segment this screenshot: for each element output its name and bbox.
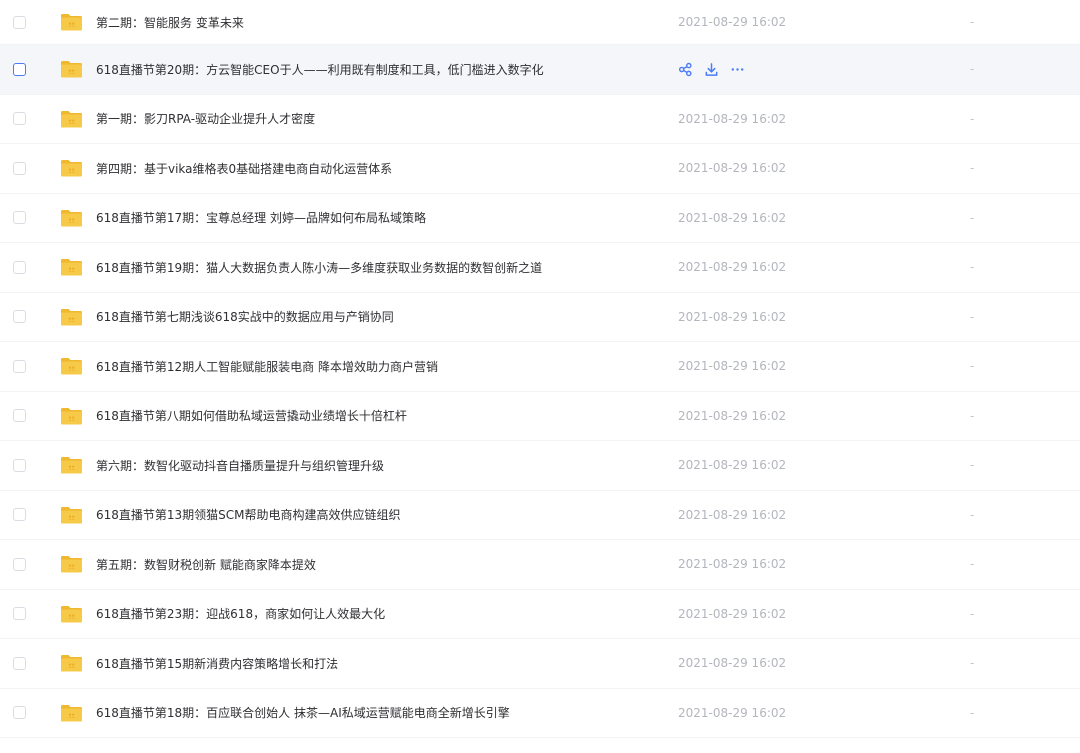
folder-icon [60, 12, 83, 32]
folder-icon [60, 455, 83, 475]
file-name[interactable]: 第六期：数智化驱动抖音自播质量提升与组织管理升级 [96, 457, 384, 474]
file-row[interactable]: 第二期：智能服务 变革未来 2021-08-29 16:02 - [0, 0, 1080, 45]
folder-icon [60, 208, 83, 228]
modified-time: 2021-08-29 16:02 [678, 359, 787, 374]
file-size: - [970, 260, 975, 275]
modified-time: 2021-08-29 16:02 [678, 210, 787, 225]
file-row[interactable]: 618直播节第12期人工智能赋能服装电商 降本增效助力商户营销 2021-08-… [0, 342, 1080, 392]
more-icon[interactable] [729, 61, 745, 77]
file-row[interactable]: 618直播节第20期：方云智能CEO于人——利用既有制度和工具，低门槛进入数字化… [0, 45, 1080, 95]
folder-icon [60, 703, 83, 723]
file-row[interactable]: 618直播节第13期领猫SCM帮助电商构建高效供应链组织 2021-08-29 … [0, 491, 1080, 540]
modified-time: 2021-08-29 16:02 [678, 260, 787, 275]
row-checkbox[interactable] [13, 656, 26, 670]
row-checkbox[interactable] [13, 557, 26, 571]
folder-icon [60, 356, 83, 376]
file-size: - [970, 15, 975, 29]
file-row[interactable]: 618直播节第23期：迎战618，商家如何让人效最大化 2021-08-29 1… [0, 590, 1080, 639]
file-row[interactable]: 618直播节第19期：猫人大数据负责人陈小涛—多维度获取业务数据的数智创新之道 … [0, 243, 1080, 293]
file-row[interactable]: 第五期：数智财税创新 赋能商家降本提效 2021-08-29 16:02 - [0, 540, 1080, 590]
row-checkbox[interactable] [13, 409, 26, 423]
file-size: - [970, 309, 975, 324]
row-checkbox[interactable] [13, 112, 26, 126]
row-checkbox[interactable] [13, 15, 26, 29]
modified-time: 2021-08-29 16:02 [678, 408, 787, 423]
modified-time: 2021-08-29 16:02 [678, 507, 787, 522]
file-row[interactable]: 第四期：基于vika维格表0基础搭建电商自动化运营体系 2021-08-29 1… [0, 144, 1080, 194]
row-checkbox[interactable] [13, 62, 26, 76]
modified-time: 2021-08-29 16:02 [678, 606, 787, 621]
file-size: - [970, 359, 975, 374]
file-row[interactable]: 618直播节第七期浅谈618实战中的数据应用与产销协同 2021-08-29 1… [0, 293, 1080, 342]
modified-time: 2021-08-29 16:02 [678, 656, 787, 671]
file-size: - [970, 458, 975, 473]
row-checkbox[interactable] [13, 607, 26, 621]
file-name[interactable]: 618直播节第13期领猫SCM帮助电商构建高效供应链组织 [96, 506, 401, 523]
row-checkbox[interactable] [13, 359, 26, 373]
modified-time: 2021-08-29 16:02 [678, 309, 787, 324]
file-row[interactable]: 618直播节第17期：宝尊总经理 刘婷—品牌如何布局私域策略 2021-08-2… [0, 194, 1080, 243]
file-name[interactable]: 618直播节第19期：猫人大数据负责人陈小涛—多维度获取业务数据的数智创新之道 [96, 259, 542, 276]
file-name[interactable]: 618直播节第15期新消费内容策略增长和打法 [96, 655, 338, 672]
folder-icon [60, 257, 83, 277]
share-icon[interactable] [677, 61, 693, 77]
folder-icon [60, 109, 83, 129]
file-name[interactable]: 618直播节第17期：宝尊总经理 刘婷—品牌如何布局私域策略 [96, 209, 426, 226]
file-size: - [970, 705, 975, 720]
row-checkbox[interactable] [13, 458, 26, 472]
file-row[interactable]: 第一期：影刀RPA-驱动企业提升人才密度 2021-08-29 16:02 - [0, 95, 1080, 144]
file-name[interactable]: 第二期：智能服务 变革未来 [96, 14, 244, 31]
row-checkbox[interactable] [13, 260, 26, 274]
file-size: - [970, 507, 975, 522]
row-checkbox[interactable] [13, 508, 26, 522]
file-name[interactable]: 第一期：影刀RPA-驱动企业提升人才密度 [96, 110, 315, 127]
row-checkbox[interactable] [13, 161, 26, 175]
folder-icon [60, 59, 83, 79]
file-size: - [970, 111, 975, 126]
row-actions [677, 61, 745, 77]
file-size: - [970, 557, 975, 572]
modified-time: 2021-08-29 16:02 [678, 161, 787, 176]
folder-icon [60, 653, 83, 673]
file-size: - [970, 161, 975, 176]
file-size: - [970, 408, 975, 423]
file-size: - [970, 210, 975, 225]
file-name[interactable]: 618直播节第12期人工智能赋能服装电商 降本增效助力商户营销 [96, 358, 438, 375]
file-name[interactable]: 618直播节第七期浅谈618实战中的数据应用与产销协同 [96, 308, 394, 325]
file-size: - [970, 62, 975, 77]
folder-icon [60, 604, 83, 624]
modified-time: 2021-08-29 16:02 [678, 705, 787, 720]
file-name[interactable]: 618直播节第23期：迎战618，商家如何让人效最大化 [96, 605, 385, 622]
modified-time: 2021-08-29 16:02 [678, 458, 787, 473]
folder-icon [60, 505, 83, 525]
file-name[interactable]: 第五期：数智财税创新 赋能商家降本提效 [96, 556, 316, 573]
file-row[interactable]: 618直播节第15期新消费内容策略增长和打法 2021-08-29 16:02 … [0, 639, 1080, 689]
file-name[interactable]: 618直播节第20期：方云智能CEO于人——利用既有制度和工具，低门槛进入数字化 [96, 61, 544, 78]
folder-icon [60, 307, 83, 327]
file-size: - [970, 656, 975, 671]
file-row[interactable]: 618直播节第18期：百应联合创始人 抹茶—AI私域运营赋能电商全新增长引擎 2… [0, 689, 1080, 738]
modified-time: 2021-08-29 16:02 [678, 111, 787, 126]
row-checkbox[interactable] [13, 211, 26, 225]
file-name[interactable]: 618直播节第18期：百应联合创始人 抹茶—AI私域运营赋能电商全新增长引擎 [96, 704, 510, 721]
download-icon[interactable] [703, 61, 719, 77]
file-size: - [970, 606, 975, 621]
file-name[interactable]: 第四期：基于vika维格表0基础搭建电商自动化运营体系 [96, 160, 392, 177]
modified-time: 2021-08-29 16:02 [678, 557, 787, 572]
file-row[interactable]: 第六期：数智化驱动抖音自播质量提升与组织管理升级 2021-08-29 16:0… [0, 441, 1080, 491]
folder-icon [60, 158, 83, 178]
row-checkbox[interactable] [13, 310, 26, 324]
modified-time: 2021-08-29 16:02 [678, 15, 787, 29]
file-name[interactable]: 618直播节第八期如何借助私域运营撬动业绩增长十倍杠杆 [96, 407, 407, 424]
row-checkbox[interactable] [13, 706, 26, 720]
folder-icon [60, 554, 83, 574]
file-list: 第二期：智能服务 变革未来 2021-08-29 16:02 - 618直播节第… [0, 0, 1080, 738]
file-row[interactable]: 618直播节第八期如何借助私域运营撬动业绩增长十倍杠杆 2021-08-29 1… [0, 392, 1080, 441]
folder-icon [60, 406, 83, 426]
